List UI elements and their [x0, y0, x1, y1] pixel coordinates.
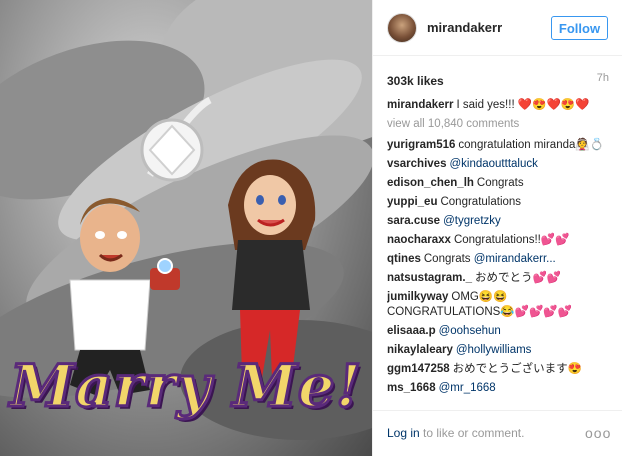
comment-mention[interactable]: @oohsehun [439, 325, 501, 337]
comment-item: ms_1668 @mr_1668 [387, 381, 611, 396]
more-options-icon[interactable]: ooo [585, 425, 611, 441]
login-prompt-text: to like or comment. [419, 426, 525, 440]
comment-mention[interactable]: @mirandakerr... [474, 253, 556, 265]
login-prompt: Log in to like or comment. [387, 426, 524, 440]
follow-button[interactable]: Follow [551, 16, 608, 40]
post-footer: Log in to like or comment. ooo [373, 410, 622, 456]
comment-item: yuppi_eu Congratulations [387, 195, 611, 210]
comment-username[interactable]: ggm147258 [387, 363, 450, 375]
comment-text: Congrats [423, 253, 471, 265]
comment-username[interactable]: natsustagram._ [387, 272, 472, 284]
comment-username[interactable]: qtines [387, 253, 421, 265]
caption: mirandakerr I said yes!!! ❤️😍❤️😍❤️ [387, 98, 611, 113]
comment-username[interactable]: vsarchives [387, 158, 446, 170]
caption-text: I said yes!!! ❤️😍❤️😍❤️ [456, 99, 590, 111]
comment-username[interactable]: yurigram516 [387, 139, 455, 151]
comment-username[interactable]: naocharaxx [387, 234, 451, 246]
comment-item: elisaaa.p @oohsehun [387, 324, 611, 339]
comment-item: edison_chen_lh Congrats [387, 176, 611, 191]
comment-text: Congrats [476, 177, 524, 189]
comment-item: nikaylaleary @hollywilliams [387, 343, 611, 358]
comment-item: natsustagram._ おめでとう💕💕 [387, 271, 611, 286]
comment-username[interactable]: ms_1668 [387, 382, 436, 394]
post-timestamp[interactable]: 7h [597, 72, 609, 84]
comment-text: Congratulations!!💕💕 [453, 234, 570, 246]
comment-text: congratulation miranda👰💍 [458, 139, 605, 151]
comment-item: vsarchives @kindaoutttaluck [387, 157, 611, 172]
comment-username[interactable]: yuppi_eu [387, 196, 437, 208]
comments-list: mirandakerr I said yes!!! ❤️😍❤️😍❤️ view a… [387, 98, 611, 404]
comment-username[interactable]: jumilkyway [387, 291, 448, 303]
likes-count[interactable]: 303k likes [387, 74, 444, 88]
comment-text: おめでとう💕💕 [475, 272, 562, 284]
comment-mention[interactable]: @tygretzky [443, 215, 501, 227]
comment-mention[interactable]: @kindaoutttaluck [449, 158, 537, 170]
comment-mention[interactable]: @mr_1668 [439, 382, 496, 394]
post-header: mirandakerr Follow [373, 0, 622, 56]
comment-username[interactable]: sara.cuse [387, 215, 440, 227]
marry-me-overlay-text: Marry Me! [8, 351, 363, 422]
comment-mention[interactable]: @hollywilliams [456, 344, 532, 356]
post-sidebar: mirandakerr Follow 303k likes 7h miranda… [372, 0, 622, 456]
comment-username[interactable]: elisaaa.p [387, 325, 436, 337]
post-photo[interactable]: Marry Me! [0, 0, 372, 456]
comment-username[interactable]: nikaylaleary [387, 344, 453, 356]
caption-username[interactable]: mirandakerr [387, 99, 453, 111]
comment-text: おめでとうございます😍 [452, 363, 582, 375]
view-all-comments-link[interactable]: view all 10,840 comments [387, 117, 611, 132]
comment-item: yurigram516 congratulation miranda👰💍 [387, 138, 611, 153]
comment-item: qtines Congrats @mirandakerr... [387, 252, 611, 267]
comment-item: naocharaxx Congratulations!!💕💕 [387, 233, 611, 248]
comment-text: Congratulations [440, 196, 522, 208]
comment-username[interactable]: edison_chen_lh [387, 177, 474, 189]
comment-item: jumilkyway OMG😆😆 CONGRATULATIONS😂💕💕💕💕 [387, 290, 611, 320]
comment-item: ggm147258 おめでとうございます😍 [387, 362, 611, 377]
avatar[interactable] [387, 13, 417, 43]
login-link[interactable]: Log in [387, 426, 420, 440]
likes-row: 303k likes 7h [387, 72, 609, 88]
username[interactable]: mirandakerr [427, 20, 502, 35]
comment-item: sara.cuse @tygretzky [387, 214, 611, 229]
